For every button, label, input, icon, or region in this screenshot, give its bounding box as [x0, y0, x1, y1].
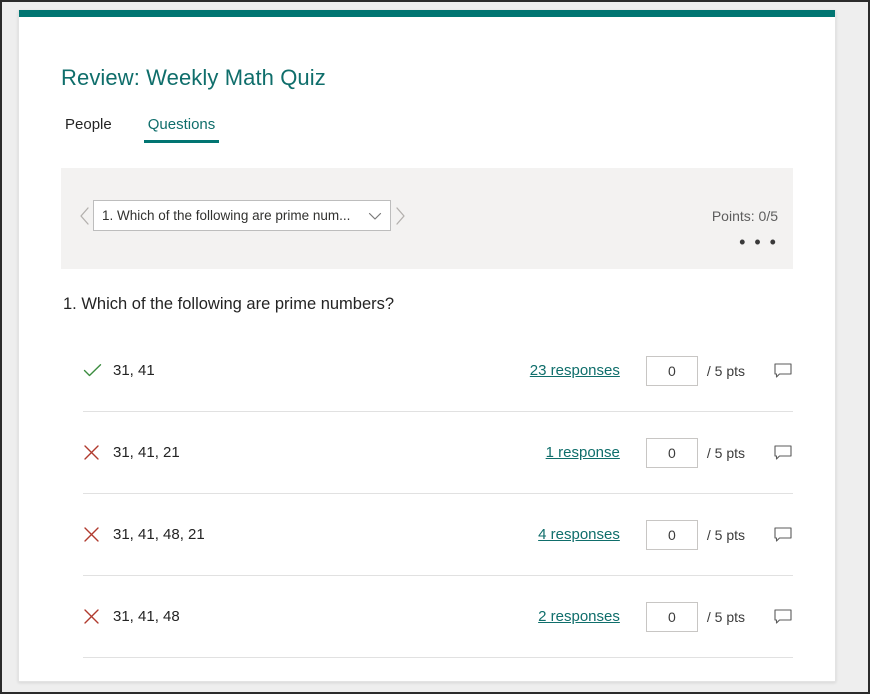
chevron-right-icon[interactable] — [391, 201, 409, 231]
answer-row: 31, 41, 48, 21 4 responses 0 / 5 pts — [83, 494, 793, 576]
points-suffix: / 5 pts — [706, 444, 745, 461]
comment-icon[interactable] — [773, 526, 793, 543]
answer-text: 31, 41, 48, 21 — [113, 526, 205, 543]
responses-link[interactable]: 1 response — [546, 444, 620, 461]
points-suffix: / 5 pts — [706, 608, 745, 625]
answer-left: 31, 41, 48 — [83, 608, 538, 625]
comment-icon[interactable] — [773, 444, 793, 461]
card-content: Review: Weekly Math Quiz People Question… — [19, 17, 835, 681]
responses-link[interactable]: 4 responses — [538, 526, 620, 543]
responses-link[interactable]: 2 responses — [538, 608, 620, 625]
question-heading: 1. Which of the following are prime numb… — [63, 295, 395, 313]
responses-link[interactable]: 23 responses — [530, 362, 620, 379]
answer-row: 31, 41 23 responses 0 / 5 pts — [83, 330, 793, 412]
score-input[interactable]: 0 — [645, 519, 698, 550]
x-icon — [83, 526, 107, 543]
points-suffix: / 5 pts — [706, 362, 745, 379]
page-title: Review: Weekly Math Quiz — [61, 65, 326, 90]
review-card: Review: Weekly Math Quiz People Question… — [18, 10, 836, 682]
score-input[interactable]: 0 — [645, 437, 698, 468]
check-icon — [83, 363, 107, 378]
points-suffix: / 5 pts — [706, 526, 745, 543]
answer-left: 31, 41, 21 — [83, 444, 546, 461]
question-nav-panel: 1. Which of the following are prime num.… — [61, 168, 793, 269]
tab-questions[interactable]: Questions — [143, 116, 220, 143]
answer-row: 31, 41, 21 1 response 0 / 5 pts — [83, 412, 793, 494]
answer-text: 31, 41, 48 — [113, 608, 180, 625]
tab-people[interactable]: People — [61, 116, 116, 143]
chevron-down-icon — [366, 211, 384, 221]
tab-bar: People Questions — [61, 116, 793, 152]
more-options-button[interactable]: • • • — [739, 233, 778, 251]
answer-text: 31, 41, 21 — [113, 444, 180, 461]
accent-bar — [19, 10, 835, 17]
comment-icon[interactable] — [773, 608, 793, 625]
score-input[interactable]: 0 — [645, 355, 698, 386]
comment-icon[interactable] — [773, 362, 793, 379]
question-select[interactable]: 1. Which of the following are prime num.… — [93, 200, 391, 231]
x-icon — [83, 608, 107, 625]
question-select-label: 1. Which of the following are prime num.… — [102, 208, 351, 223]
answer-row: 31, 41, 48 2 responses 0 / 5 pts — [83, 576, 793, 658]
question-nav-row: 1. Which of the following are prime num.… — [75, 200, 409, 231]
answer-text: 31, 41 — [113, 362, 155, 379]
chevron-left-icon[interactable] — [75, 201, 93, 231]
window-frame: Review: Weekly Math Quiz People Question… — [0, 0, 870, 694]
score-input[interactable]: 0 — [645, 601, 698, 632]
answer-left: 31, 41, 48, 21 — [83, 526, 538, 543]
answer-left: 31, 41 — [83, 362, 530, 379]
points-label: Points: 0/5 — [711, 208, 778, 224]
answer-list: 31, 41 23 responses 0 / 5 pts 31, 41, 21… — [61, 330, 793, 658]
x-icon — [83, 444, 107, 461]
